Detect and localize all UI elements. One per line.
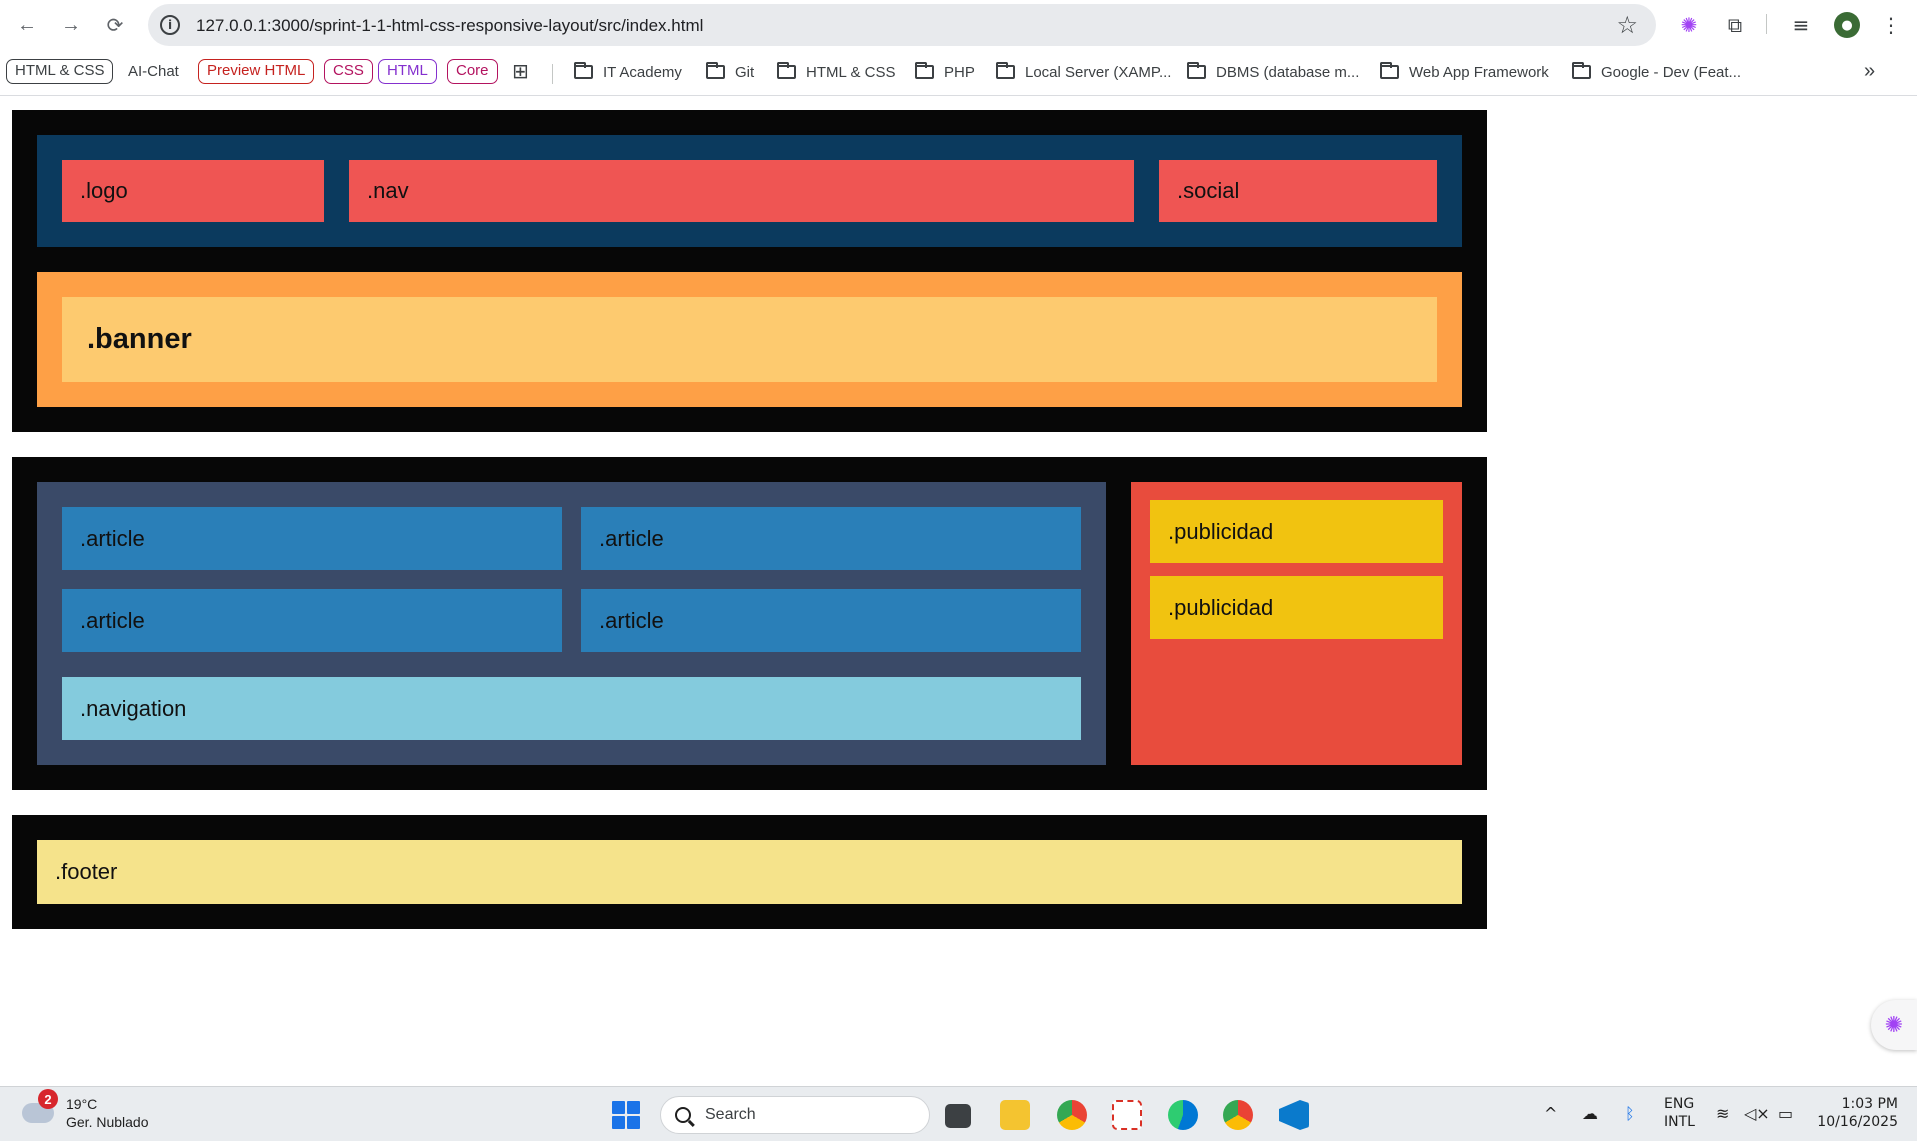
- address-bar[interactable]: i 127.0.0.1:3000/sprint-1-1-html-css-res…: [148, 4, 1656, 46]
- browser-toolbar: ← → ⟳ i 127.0.0.1:3000/sprint-1-1-html-c…: [0, 0, 1917, 50]
- folder-icon: [996, 62, 1015, 79]
- site-info-icon[interactable]: i: [160, 15, 180, 35]
- battery-icon[interactable]: ▭: [1778, 1104, 1793, 1123]
- notification-badge: 2: [38, 1089, 58, 1109]
- task-view-icon[interactable]: [945, 1104, 971, 1128]
- reading-list-icon[interactable]: ≡: [1788, 12, 1814, 38]
- bookmark-folder-local-server[interactable]: Local Server (XAMP...: [996, 60, 1171, 84]
- bookmark-folder-html-css[interactable]: HTML & CSS: [777, 60, 895, 84]
- bookmark-chip-core[interactable]: Core: [447, 59, 498, 84]
- banner-box: .banner: [62, 297, 1437, 382]
- temperature: 19°C: [66, 1096, 98, 1112]
- folder-icon: [777, 62, 796, 79]
- volume-muted-icon[interactable]: ◁×: [1744, 1104, 1770, 1123]
- search-icon: [675, 1107, 691, 1123]
- aside-section: .publicidad .publicidad: [1131, 482, 1462, 765]
- bookmarks-bar: HTML & CSS AI-Chat Preview HTML CSS HTML…: [0, 50, 1917, 96]
- clock[interactable]: 1:03 PM 10/16/2025: [1816, 1095, 1898, 1131]
- folder-icon: [706, 62, 725, 79]
- logo-box: .logo: [62, 160, 324, 222]
- start-windows-icon[interactable]: [612, 1101, 640, 1129]
- bluetooth-icon[interactable]: ᛒ: [1625, 1104, 1635, 1123]
- reload-icon[interactable]: ⟳: [100, 10, 130, 40]
- vscode-icon[interactable]: [1279, 1100, 1309, 1130]
- page-viewport: .logo .nav .social .banner .article .art…: [0, 97, 1917, 1085]
- menu-kebab-icon[interactable]: ⋮: [1878, 12, 1904, 38]
- banner-outer: .banner: [37, 272, 1462, 407]
- ad-box: .publicidad: [1150, 576, 1443, 639]
- article-box: .article: [581, 507, 1081, 570]
- folder-icon: [1572, 62, 1591, 79]
- footer-box: .footer: [37, 840, 1462, 904]
- social-box: .social: [1159, 160, 1437, 222]
- cloud-icon: 2: [22, 1089, 58, 1123]
- content-section: .article .article .article .article .nav…: [37, 482, 1106, 765]
- bookmark-folder-git[interactable]: Git: [706, 60, 754, 84]
- floating-assistant-button[interactable]: ✺: [1871, 1000, 1917, 1050]
- ad-box: .publicidad: [1150, 500, 1443, 563]
- taskbar-search[interactable]: Search: [660, 1096, 930, 1134]
- header-bar: .logo .nav .social: [37, 135, 1462, 247]
- article-box: .article: [581, 589, 1081, 652]
- search-placeholder: Search: [705, 1106, 756, 1123]
- bookmark-folder-google-dev[interactable]: Google - Dev (Feat...: [1572, 60, 1741, 84]
- windows-taskbar: 2 19°C Ger. Nublado Search ^ ☁ ᛒ ENG INT…: [0, 1086, 1917, 1141]
- bookmark-folder-it-academy[interactable]: IT Academy: [574, 60, 682, 84]
- bookmarks-divider: [552, 64, 553, 84]
- show-hidden-icons-chevron[interactable]: ^: [1544, 1104, 1557, 1123]
- folder-icon: [915, 62, 934, 79]
- article-box: .article: [62, 507, 562, 570]
- navigation-box: .navigation: [62, 677, 1081, 740]
- folder-icon: [574, 62, 593, 79]
- edge-icon[interactable]: [1168, 1100, 1198, 1130]
- bookmark-folder-dbms[interactable]: DBMS (database m...: [1187, 60, 1359, 84]
- chrome-icon[interactable]: [1057, 1100, 1087, 1130]
- bookmark-folder-php[interactable]: PHP: [915, 60, 975, 84]
- main-block: .article .article .article .article .nav…: [12, 457, 1487, 790]
- snipping-tool-icon[interactable]: [1112, 1100, 1142, 1130]
- wifi-icon[interactable]: ≋: [1716, 1104, 1729, 1123]
- language-indicator[interactable]: ENG INTL: [1664, 1095, 1695, 1131]
- bookmark-ai-chat[interactable]: AI-Chat: [128, 59, 179, 84]
- bookmark-star-icon[interactable]: ☆: [1616, 11, 1638, 39]
- back-arrow-icon[interactable]: ←: [12, 10, 42, 40]
- weather-condition: Ger. Nublado: [66, 1114, 149, 1130]
- folder-icon: [1380, 62, 1399, 79]
- chrome-profile-icon[interactable]: [1223, 1100, 1253, 1130]
- bookmark-chip-css[interactable]: CSS: [324, 59, 373, 84]
- bookmark-chip-html-css[interactable]: HTML & CSS: [6, 59, 114, 84]
- toolbar-divider: [1766, 14, 1767, 34]
- onedrive-cloud-icon[interactable]: ☁: [1582, 1104, 1598, 1123]
- extension-brain-icon[interactable]: ✺: [1676, 12, 1702, 38]
- article-box: .article: [62, 589, 562, 652]
- apps-grid-icon[interactable]: ⊞: [512, 59, 529, 84]
- folder-icon: [1187, 62, 1206, 79]
- bookmark-chip-html[interactable]: HTML: [378, 59, 437, 84]
- nav-box: .nav: [349, 160, 1134, 222]
- footer-block: .footer: [12, 815, 1487, 929]
- weather-widget[interactable]: 2 19°C Ger. Nublado: [22, 1089, 149, 1131]
- forward-arrow-icon[interactable]: →: [56, 10, 86, 40]
- bookmarks-overflow-icon[interactable]: »: [1864, 59, 1875, 84]
- bookmark-folder-web-app-framework[interactable]: Web App Framework: [1380, 60, 1549, 84]
- header-block: .logo .nav .social .banner: [12, 110, 1487, 432]
- file-explorer-icon[interactable]: [1000, 1100, 1030, 1130]
- brain-icon: ✺: [1884, 1012, 1904, 1038]
- extensions-puzzle-icon[interactable]: ⧉: [1722, 12, 1748, 38]
- profile-avatar[interactable]: ●: [1834, 12, 1860, 38]
- bookmark-chip-preview-html[interactable]: Preview HTML: [198, 59, 315, 84]
- url-text[interactable]: 127.0.0.1:3000/sprint-1-1-html-css-respo…: [196, 16, 703, 36]
